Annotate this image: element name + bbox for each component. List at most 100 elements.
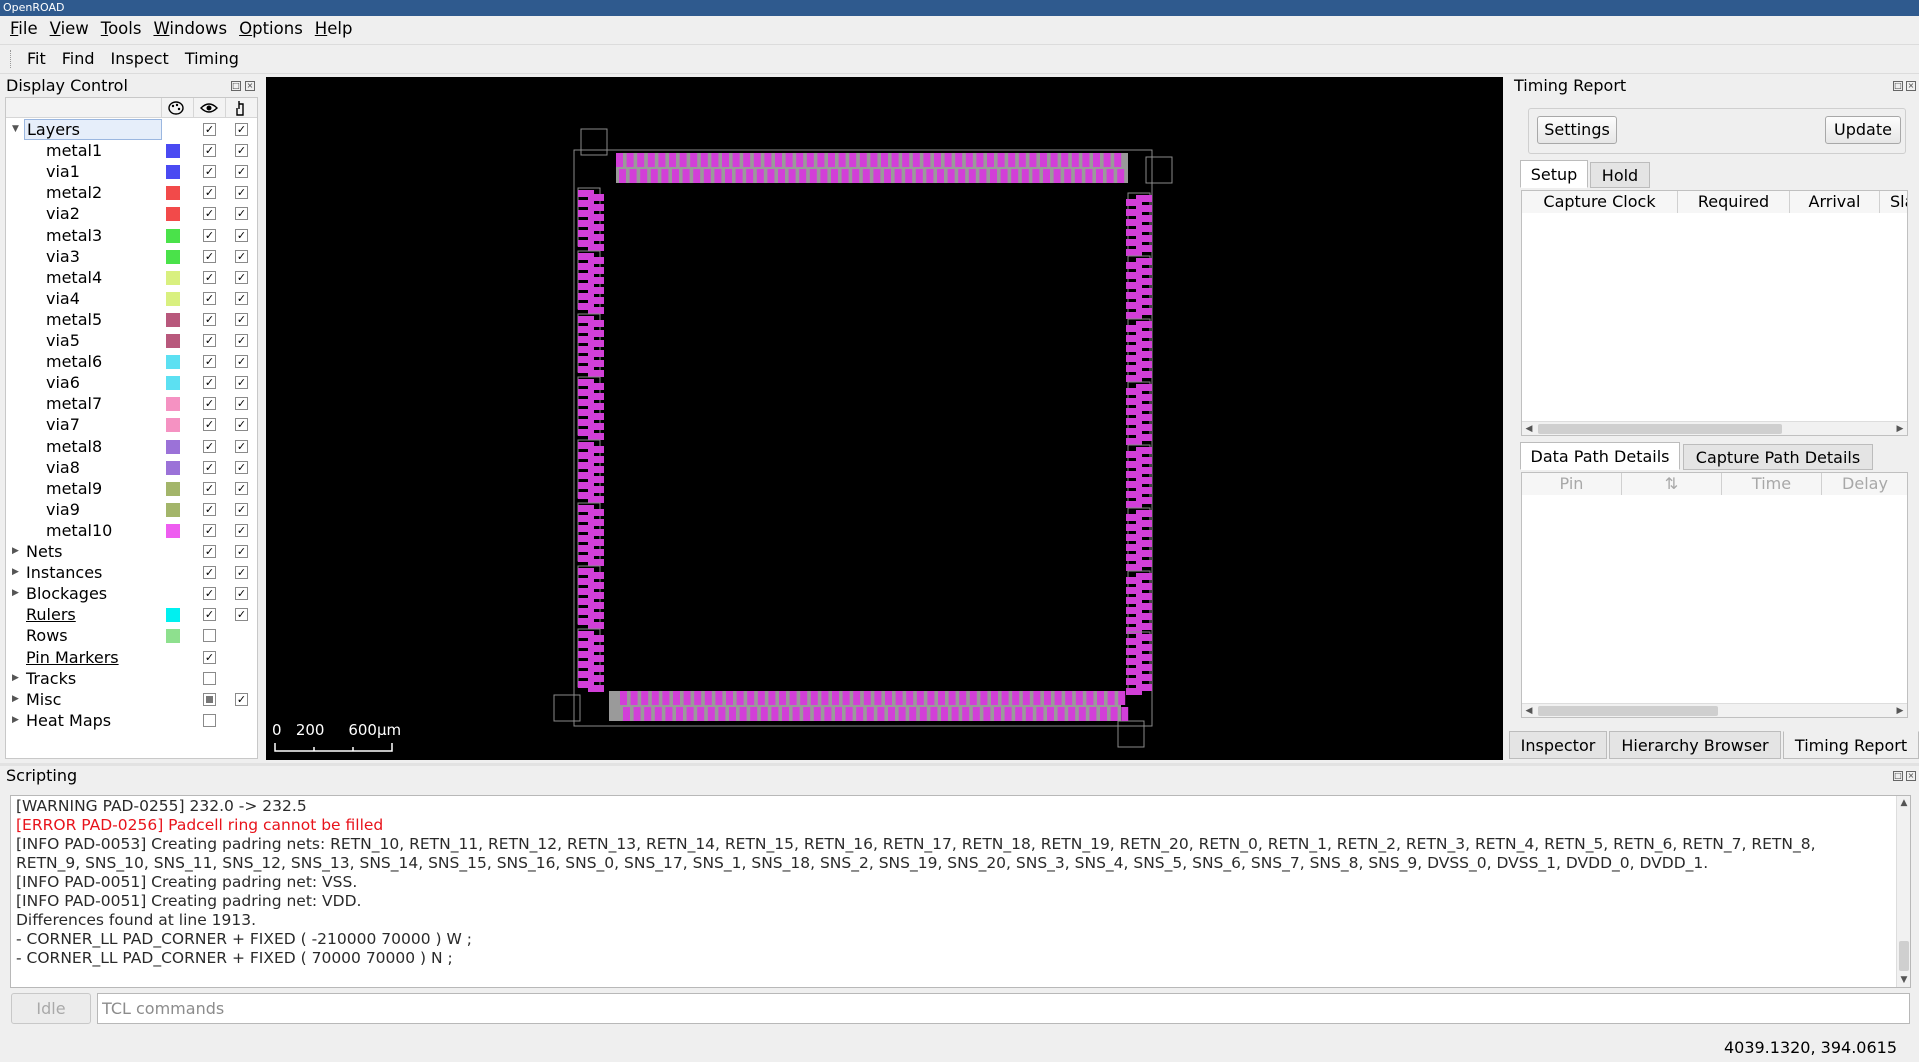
selectable-checkbox[interactable]: ✓ [235,334,248,347]
visibility-checkbox[interactable]: ✓ [203,144,216,158]
selectable-checkbox[interactable]: ✓ [235,165,248,179]
menu-view[interactable]: View [44,16,95,42]
visibility-checkbox[interactable]: ✓ [203,334,216,347]
visibility-checkbox[interactable]: ✓ [203,312,216,326]
visibility-checkbox[interactable]: ✓ [203,291,216,305]
group-color-swatch[interactable] [166,608,180,623]
tab-data-path-details[interactable]: Data Path Details [1520,442,1680,470]
tree-group-rulers[interactable]: Rulers ✓ ✓ [6,604,257,625]
layer-row-via5[interactable]: via5 ✓ ✓ [6,330,257,351]
layer-row-via1[interactable]: via1 ✓ ✓ [6,161,257,182]
selectable-checkbox[interactable]: ✓ [235,523,248,537]
menu-file[interactable]: File [4,16,44,42]
visibility-checkbox[interactable]: ✓ [203,502,216,516]
layer-color-swatch[interactable] [166,355,180,370]
inspect-button[interactable]: Inspect [103,45,177,73]
selectable-checkbox[interactable]: ✓ [235,692,248,706]
layer-row-metal5[interactable]: metal5 ✓ ✓ [6,309,257,330]
visibility-checkbox[interactable]: ✓ [203,165,216,179]
collapse-arrow-icon[interactable]: ▼ [12,119,22,140]
visibility-checkbox[interactable]: ✓ [203,418,216,432]
selectable-checkbox[interactable]: ✓ [235,207,248,221]
visibility-checkbox[interactable]: ✓ [203,545,216,558]
visibility-checkbox[interactable]: ✓ [203,460,216,474]
selectable-checkbox[interactable]: ✓ [235,376,248,390]
float-dock-icon[interactable]: □ [231,81,241,91]
layer-color-swatch[interactable] [166,270,180,285]
expand-arrow-icon[interactable]: ▶ [12,710,22,731]
close-dock-icon[interactable]: × [245,81,255,91]
tree-group-rows[interactable]: Rows [6,625,257,646]
scroll-up-icon[interactable]: ▲ [1897,796,1910,810]
tab-inspector[interactable]: Inspector [1509,731,1607,759]
tab-hierarchy-browser[interactable]: Hierarchy Browser [1609,731,1781,759]
column-time[interactable]: Time [1722,473,1822,495]
scroll-left-icon[interactable]: ◀ [1522,704,1536,717]
layer-color-swatch[interactable] [166,207,180,222]
tab-setup[interactable]: Setup [1520,160,1588,188]
selectable-checkbox[interactable]: ✓ [235,355,248,369]
selectable-checkbox[interactable]: ✓ [235,228,248,242]
expand-arrow-icon[interactable]: ▶ [12,562,22,583]
layout-viewer[interactable]: 0 200 600µm [266,77,1503,760]
scrollbar-thumb[interactable] [1899,941,1909,971]
timing-path-table[interactable]: Capture Clock Required Arrival Sla ◀ ▶ [1521,190,1908,436]
selectable-checkbox[interactable]: ✓ [235,439,248,453]
tcl-command-input[interactable] [97,993,1910,1024]
layer-row-metal1[interactable]: metal1 ✓ ✓ [6,140,257,161]
layer-color-swatch[interactable] [166,249,180,264]
tab-hold[interactable]: Hold [1590,162,1650,188]
visibility-checkbox[interactable]: ✓ [203,249,216,263]
tree-group-blockages[interactable]: ▶ Blockages ✓ ✓ [6,583,257,604]
layer-color-swatch[interactable] [166,376,180,391]
layer-color-swatch[interactable] [166,481,180,496]
expand-arrow-icon[interactable]: ▶ [12,583,22,604]
layer-color-swatch[interactable] [166,165,180,180]
float-dock-icon[interactable]: □ [1893,771,1903,781]
menu-windows[interactable]: Windows [147,16,233,42]
selectable-checkbox[interactable]: ✓ [235,312,248,326]
selectable-checkbox[interactable]: ✓ [235,144,248,158]
column-rise-fall[interactable]: ⇅ [1622,473,1722,495]
scroll-right-icon[interactable]: ▶ [1893,704,1907,717]
column-arrival[interactable]: Arrival [1790,191,1880,213]
expand-arrow-icon[interactable]: ▶ [12,541,22,562]
layer-color-swatch[interactable] [166,397,180,412]
tree-group-tracks[interactable]: ▶ Tracks [6,668,257,689]
tree-group-pin-markers[interactable]: Pin Markers ✓ [6,647,257,668]
selectable-checkbox[interactable]: ✓ [235,186,248,200]
layer-row-metal8[interactable]: metal8 ✓ ✓ [6,436,257,457]
visibility-checkbox[interactable]: ✓ [203,566,216,580]
visibility-checkbox[interactable]: ✓ [203,270,216,284]
tree-group-nets[interactable]: ▶ Nets ✓ ✓ [6,541,257,562]
horizontal-scrollbar[interactable]: ◀ ▶ [1522,703,1907,717]
selectable-checkbox[interactable]: ✓ [235,123,248,136]
column-slack[interactable]: Sla [1880,191,1907,213]
idle-button[interactable]: Idle [11,993,91,1024]
find-button[interactable]: Find [54,45,103,73]
scroll-right-icon[interactable]: ▶ [1893,422,1907,435]
layer-row-metal4[interactable]: metal4 ✓ ✓ [6,267,257,288]
layer-row-metal9[interactable]: metal9 ✓ ✓ [6,478,257,499]
selectable-checkbox[interactable]: ✓ [235,291,248,305]
visibility-checkbox[interactable] [203,713,216,727]
selectable-checkbox[interactable]: ✓ [235,397,248,411]
layer-color-swatch[interactable] [166,460,180,475]
layer-color-swatch[interactable] [166,523,180,538]
update-button[interactable]: Update [1825,116,1901,144]
layer-color-swatch[interactable] [166,502,180,517]
expand-arrow-icon[interactable]: ▶ [12,668,22,689]
visibility-checkbox[interactable] [203,692,216,706]
selectable-checkbox[interactable]: ✓ [235,460,248,474]
layer-row-metal3[interactable]: metal3 ✓ ✓ [6,225,257,246]
tree-group-layers[interactable]: ▼ Layers ✓ ✓ [6,119,257,140]
timing-button[interactable]: Timing [177,45,247,73]
selectable-checkbox[interactable]: ✓ [235,566,248,580]
selectable-checkbox[interactable]: ✓ [235,481,248,495]
visibility-checkbox[interactable]: ✓ [203,207,216,221]
layer-color-swatch[interactable] [166,334,180,348]
scrollbar-thumb[interactable] [1538,706,1718,716]
layer-row-metal2[interactable]: metal2 ✓ ✓ [6,182,257,203]
layer-row-metal6[interactable]: metal6 ✓ ✓ [6,351,257,372]
menu-tools[interactable]: Tools [95,16,148,42]
